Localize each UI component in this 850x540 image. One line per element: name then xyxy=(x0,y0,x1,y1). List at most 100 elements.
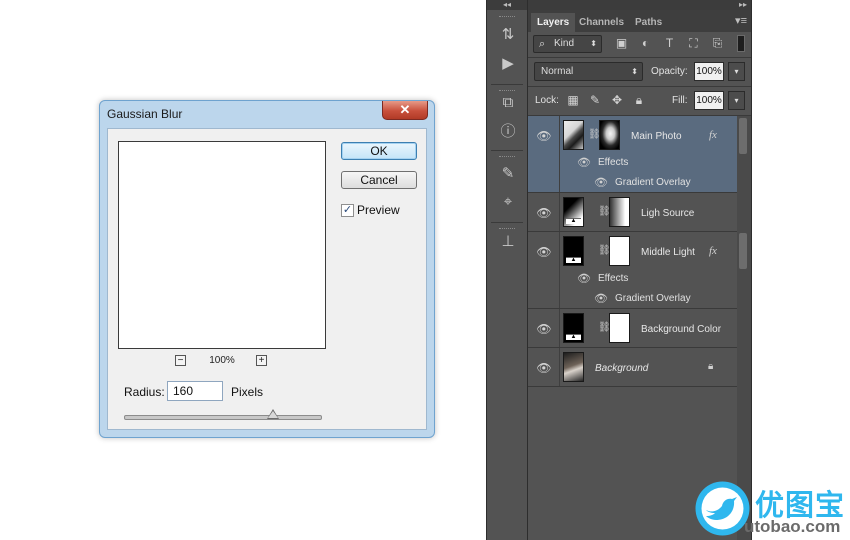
filter-kind-dropdown[interactable]: ⌕ Kind ⬍ xyxy=(533,35,602,53)
effects-eye-icon[interactable]: 👁︎ xyxy=(577,156,591,170)
lock-transparent-icon[interactable]: ▦ xyxy=(566,93,580,107)
type-filter-icon[interactable]: T xyxy=(662,36,677,51)
radius-input[interactable]: 160 xyxy=(167,381,223,401)
preview-label: Preview xyxy=(357,203,400,217)
preview-checkbox[interactable]: ✓ xyxy=(341,204,354,217)
dock-grip[interactable] xyxy=(499,228,515,232)
clone-source-icon[interactable]: ⊥ xyxy=(499,233,517,251)
close-button[interactable]: ✕ xyxy=(382,101,428,120)
history-icon[interactable]: ⇅ xyxy=(499,26,517,44)
gaussian-blur-dialog: Gaussian Blur ✕ − 100% + OK Cancel ✓ Pre… xyxy=(99,100,435,438)
eye-icon[interactable]: 👁︎ xyxy=(536,128,552,144)
dock-grip[interactable] xyxy=(499,156,515,160)
effect-gradient-overlay[interactable]: Gradient Overlay xyxy=(615,293,691,304)
opacity-dropdown-button[interactable]: ▾ xyxy=(728,62,745,81)
fill-input[interactable]: 100% xyxy=(694,91,724,110)
link-icon[interactable]: ⛓︎ xyxy=(598,321,611,335)
lock-all-icon[interactable]: 🔒︎ xyxy=(632,93,646,107)
adjustments-icon[interactable]: ⧉ xyxy=(499,94,517,112)
layer-name: Main Photo xyxy=(631,131,682,142)
minus-icon: − xyxy=(177,355,184,366)
layer-name: Background Color xyxy=(641,324,722,335)
shape-filter-icon[interactable]: ⛶ xyxy=(686,36,701,51)
fx-icon[interactable]: fx xyxy=(709,129,717,141)
checkmark-icon: ✓ xyxy=(342,204,353,216)
lock-pixels-icon[interactable]: ✎ xyxy=(588,93,602,107)
ok-button[interactable]: OK xyxy=(341,142,417,160)
layer-row-ligh-source[interactable]: 👁︎ ▲ ⛓︎ Ligh Source xyxy=(528,193,737,232)
layer-mask-thumbnail[interactable] xyxy=(609,236,630,266)
eye-icon[interactable]: 👁︎ xyxy=(536,244,552,260)
scroll-thumb[interactable] xyxy=(739,233,747,269)
zoom-out-button[interactable]: − xyxy=(175,355,186,366)
zoom-in-button[interactable]: + xyxy=(256,355,267,366)
effect-gradient-overlay[interactable]: Gradient Overlay xyxy=(615,177,691,188)
link-icon[interactable]: ⛓︎ xyxy=(598,205,611,219)
layer-mask-thumbnail[interactable] xyxy=(609,197,630,227)
effects-label: Effects xyxy=(598,273,629,284)
brush-presets-icon[interactable]: ✎ xyxy=(499,165,517,183)
lock-label: Lock: xyxy=(535,95,559,106)
adjustment-thumbnail: ▲ xyxy=(563,197,584,227)
effects-eye-icon[interactable]: 👁︎ xyxy=(577,272,591,286)
brush-icon[interactable]: ⌖ xyxy=(499,193,517,211)
layer-row-background-color[interactable]: 👁︎ ▲ ⛓︎ Background Color xyxy=(528,309,737,348)
layer-mask-thumbnail[interactable] xyxy=(609,313,630,343)
collapse-dock-button[interactable]: ◂◂ xyxy=(487,0,527,10)
divider xyxy=(528,57,751,58)
blend-mode-dropdown[interactable]: Normal ⬍ xyxy=(534,62,643,81)
scroll-thumb[interactable] xyxy=(739,118,747,154)
visibility-column-divider xyxy=(559,348,560,386)
expand-panel-button[interactable]: ▸▸ xyxy=(528,0,751,10)
image-filter-icon[interactable]: ▣ xyxy=(614,36,629,51)
layers-scrollbar[interactable] xyxy=(737,116,751,540)
effect-eye-icon[interactable]: 👁︎ xyxy=(594,176,608,190)
radius-unit: Pixels xyxy=(231,385,264,399)
fill-dropdown-button[interactable]: ▾ xyxy=(728,91,745,110)
watermark-url: utobao.com xyxy=(744,517,841,536)
actions-icon[interactable]: ▶ xyxy=(499,55,517,73)
smart-object-filter-icon[interactable]: ⎘ xyxy=(710,36,725,51)
eye-icon[interactable]: 👁︎ xyxy=(536,205,552,221)
lock-position-icon[interactable]: ✥ xyxy=(610,93,624,107)
preview-window[interactable] xyxy=(118,141,326,349)
fx-icon[interactable]: fx xyxy=(709,245,717,257)
layer-name: Background xyxy=(595,363,649,374)
dock-grip[interactable] xyxy=(499,16,515,20)
eye-icon[interactable]: 👁︎ xyxy=(536,321,552,337)
tab-channels[interactable]: Channels xyxy=(573,13,630,32)
plus-icon: + xyxy=(258,355,265,366)
panel-icon-dock: ◂◂ ⇅ ▶ ⧉ ⓘ ✎ ⌖ ⊥ xyxy=(486,0,528,540)
updown-arrow-icon: ⬍ xyxy=(631,67,638,76)
tab-layers[interactable]: Layers xyxy=(531,13,576,32)
adjustment-filter-icon[interactable]: ◐ xyxy=(638,36,653,51)
effects-label: Effects xyxy=(598,157,629,168)
filter-kind-label: Kind xyxy=(554,38,575,49)
cancel-button[interactable]: Cancel xyxy=(341,171,417,189)
layer-mask-thumbnail[interactable] xyxy=(599,120,620,150)
radius-slider-track[interactable] xyxy=(124,415,322,420)
bird-logo-icon xyxy=(695,481,750,536)
radius-label: Radius: xyxy=(124,385,165,399)
adjustment-thumbnail: ▲ xyxy=(563,313,584,343)
layer-row-middle-light[interactable]: 👁︎ ▲ ⛓︎ Middle Light fx 👁︎ Effects 👁︎ Gr… xyxy=(528,232,737,309)
blend-mode-value: Normal xyxy=(541,66,574,77)
layer-row-main-photo[interactable]: 👁︎ ⛓︎ Main Photo fx 👁︎ Effects 👁︎ Gradie… xyxy=(528,116,737,193)
link-icon[interactable]: ⛓︎ xyxy=(588,128,601,142)
gradient-marker-icon: ▲ xyxy=(566,218,581,224)
layer-row-background[interactable]: 👁︎ Background 🔒︎ xyxy=(528,348,737,387)
search-icon: ⌕ xyxy=(539,38,546,50)
opacity-input[interactable]: 100% xyxy=(694,62,724,81)
filter-toggle-switch[interactable] xyxy=(737,35,745,52)
info-icon[interactable]: ⓘ xyxy=(499,123,517,141)
panel-menu-icon[interactable]: ▾≡ xyxy=(735,14,747,27)
dock-separator xyxy=(491,150,523,151)
layer-lock-icon: 🔒︎ xyxy=(708,361,714,372)
eye-icon[interactable]: 👁︎ xyxy=(536,360,552,376)
radius-slider-thumb[interactable] xyxy=(266,409,279,419)
gradient-marker-icon: ▲ xyxy=(566,257,581,263)
effect-eye-icon[interactable]: 👁︎ xyxy=(594,292,608,306)
visibility-column-divider xyxy=(559,193,560,231)
tab-paths[interactable]: Paths xyxy=(629,13,668,32)
link-icon[interactable]: ⛓︎ xyxy=(598,244,611,258)
